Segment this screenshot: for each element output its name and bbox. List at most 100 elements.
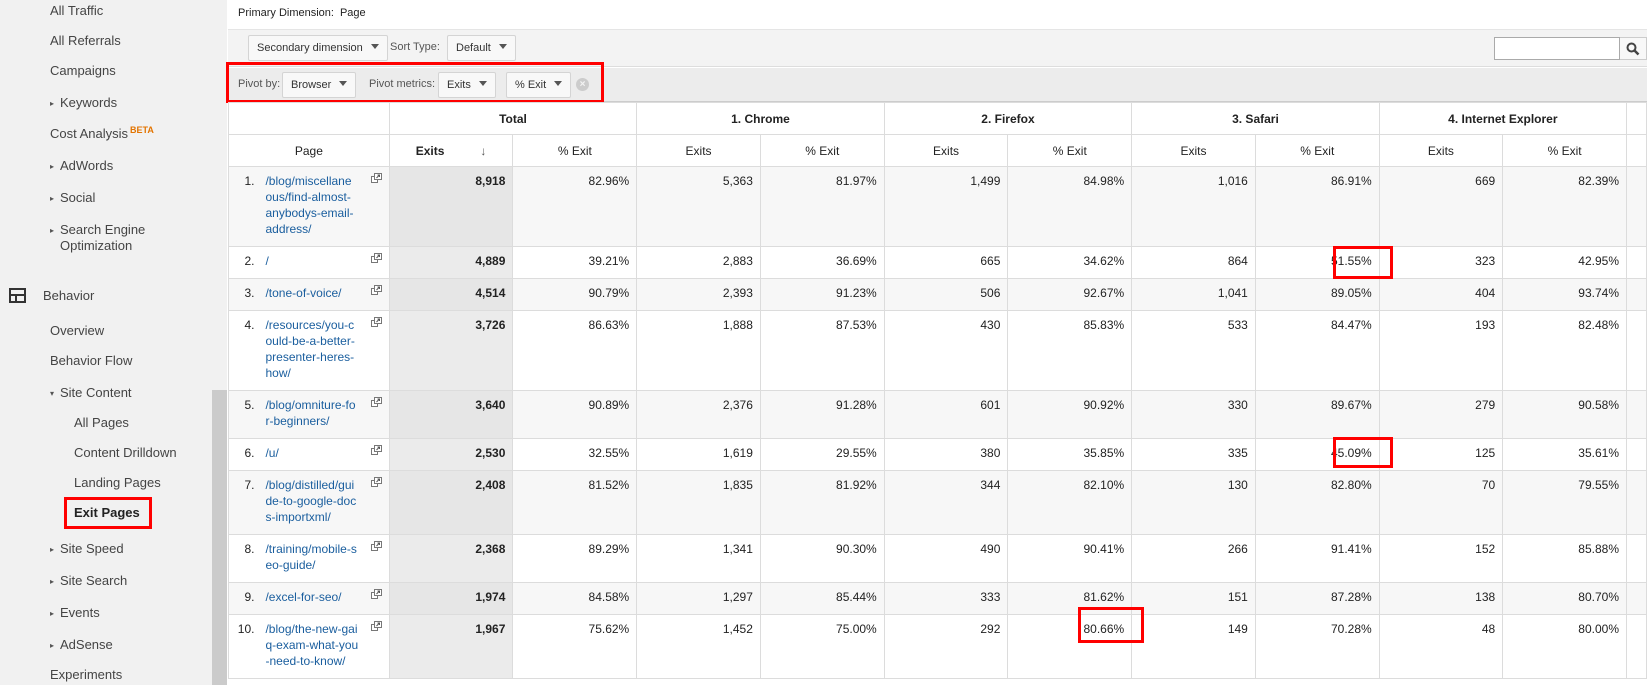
open-external-link-icon[interactable] [370,397,382,407]
primary-dimension-value[interactable]: Page [340,7,366,19]
open-external-link-icon[interactable] [370,621,382,631]
nav-all-pages[interactable]: All Pages [74,415,129,430]
search-button[interactable] [1620,37,1647,60]
page-link-text[interactable]: ould-be-a-better- [265,334,354,348]
nav-site-search[interactable]: ▸ Site Search [50,573,127,588]
page-link-cell[interactable]: /blog/omniture-fo r-beginners/ [258,390,390,439]
page-link-text[interactable]: how/ [265,366,290,380]
group-header-total: Total [388,102,638,135]
page-link-text[interactable]: anybodys-email- [265,206,353,220]
page-link-text[interactable]: /blog/omniture-fo [265,398,355,412]
open-external-link-icon[interactable] [370,541,382,551]
table-row: 3. /tone-of-voice/4,514 90.79% 2,393 91.23% 5… [228,278,1647,311]
page-link-text[interactable]: /resources/you-c [265,318,354,332]
page-link-text[interactable]: ous/find-almost- [265,190,350,204]
page-link-text[interactable]: /u/ [265,446,278,460]
nav-adsense[interactable]: ▸ AdSense [50,637,113,652]
page-link-cell[interactable]: /blog/the-new-gai q-exam-what-you -need-to… [258,614,390,679]
secondary-dimension-dropdown[interactable]: Secondary dimension [248,35,388,61]
firefox-exits-header[interactable]: Exits [883,134,1009,167]
page-link-text[interactable]: / [265,254,268,268]
nav-site-content[interactable]: ▾ Site Content [50,385,132,400]
chrome-exit-pct-cell: 36.69% [759,246,885,279]
total-exits-cell: 2,530 [388,438,514,471]
safari-exits-header[interactable]: Exits [1131,134,1256,167]
open-external-link-icon[interactable] [370,317,382,327]
nav-all-traffic[interactable]: All Traffic [50,3,103,18]
highlight-box-pivot [226,62,604,103]
nav-landing-pages[interactable]: Landing Pages [74,475,161,490]
chrome-exits-cell: 2,883 [636,246,761,279]
nav-overview[interactable]: Overview [50,323,104,338]
open-external-link-icon[interactable] [370,173,382,183]
safari-exits-cell: 151 [1131,582,1256,615]
page-link-cell[interactable]: /training/mobile-s eo-guide/ [258,534,390,583]
page-link-text[interactable]: /blog/the-new-gai [265,622,357,636]
nav-events[interactable]: ▸ Events [50,605,100,620]
open-external-link-icon[interactable] [370,253,382,263]
nav-label: AdSense [60,637,113,652]
page-link-text[interactable]: -need-to-know/ [265,654,345,668]
page-link-text[interactable]: de-to-google-doc [265,494,356,508]
nav-behavior-flow[interactable]: Behavior Flow [50,353,132,368]
page-link-text[interactable]: /tone-of-voice/ [265,286,341,300]
nav-social[interactable]: ▸ Social [50,190,95,205]
page-link-text[interactable]: r-beginners/ [265,414,329,428]
nav-adwords[interactable]: ▸ AdWords [50,158,113,173]
page-link-text[interactable]: /excel-for-seo/ [265,590,341,604]
ie-exits-cell: 669 [1378,166,1504,247]
total-exit-pct-header[interactable]: % Exit [512,134,638,167]
firefox-exit-pct-header[interactable]: % Exit [1007,134,1133,167]
page-link-cell[interactable]: / [258,246,390,279]
open-external-link-icon[interactable] [370,477,382,487]
page-link-cell[interactable]: /tone-of-voice/ [258,278,390,311]
firefox-exits-cell: 506 [883,278,1009,311]
ie-exit-pct-header[interactable]: % Exit [1502,134,1627,167]
page-link-cell[interactable]: /excel-for-seo/ [258,582,390,615]
nav-experiments[interactable]: Experiments [50,667,122,682]
firefox-exits-cell: 344 [883,470,1009,535]
total-exits-header[interactable]: Exits ↓ [388,134,514,167]
safari-exits-cell: 149 [1131,614,1256,679]
page-link-cell[interactable]: /blog/distilled/gui de-to-google-doc s-imp… [258,470,390,535]
page-link-text[interactable]: /training/mobile-s [265,542,356,556]
nav-label: Site Speed [60,541,124,556]
safari-exit-pct-header[interactable]: % Exit [1254,134,1380,167]
overflow-cell [1626,470,1647,535]
page-link-text[interactable]: address/ [265,222,311,236]
page-column-header[interactable]: Page [228,134,390,167]
chrome-exit-pct-header[interactable]: % Exit [759,134,885,167]
firefox-exit-pct-cell: 34.62% [1007,246,1133,279]
nav-keywords[interactable]: ▸ Keywords [50,95,117,110]
nav-all-referrals[interactable]: All Referrals [50,33,121,48]
chrome-exits-cell: 5,363 [636,166,761,247]
nav-seo[interactable]: ▸ Search Engine Optimization [50,222,145,253]
page-link-cell[interactable]: /blog/miscellane ous/find-almost-anybodys… [258,166,390,247]
chrome-exit-pct-cell: 87.53% [759,310,885,391]
ie-exits-header[interactable]: Exits [1378,134,1504,167]
nav-campaigns[interactable]: Campaigns [50,63,116,78]
sort-type-dropdown[interactable]: Default [447,35,516,61]
row-index: 7. [228,470,259,535]
chrome-exits-header[interactable]: Exits [636,134,761,167]
chrome-exits-cell: 1,619 [636,438,761,471]
nav-section-behavior[interactable]: Behavior [43,288,94,303]
expand-arrow-icon: ▸ [50,162,55,171]
open-external-link-icon[interactable] [370,285,382,295]
page-link-text[interactable]: /blog/miscellane [265,174,351,188]
page-link-text[interactable]: eo-guide/ [265,558,315,572]
page-link-text[interactable]: presenter-heres- [265,350,354,364]
nav-content-drilldown[interactable]: Content Drilldown [74,445,177,460]
page-link-text[interactable]: /blog/distilled/gui [265,478,354,492]
page-link-text[interactable]: s-importxml/ [265,510,330,524]
table-search-input[interactable] [1494,37,1620,60]
nav-site-speed[interactable]: ▸ Site Speed [50,541,124,556]
open-external-link-icon[interactable] [370,445,382,455]
page-link-text[interactable]: q-exam-what-you [265,638,358,652]
nav-cost-analysis[interactable]: Cost Analysis BETA [50,125,154,141]
open-external-link-icon[interactable] [370,589,382,599]
page-link-cell[interactable]: /u/ [258,438,390,471]
row-index: 3. [228,278,259,311]
sidebar-scrollbar-thumb[interactable] [212,390,227,685]
page-link-cell[interactable]: /resources/you-c ould-be-a-better-present… [258,310,390,391]
